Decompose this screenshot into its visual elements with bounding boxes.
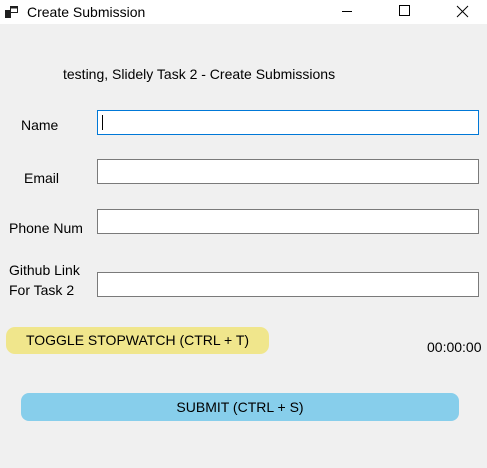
close-button[interactable] bbox=[438, 0, 484, 24]
email-label: Email bbox=[24, 170, 60, 186]
phone-label: Phone Num bbox=[9, 220, 83, 236]
minimize-icon bbox=[342, 11, 352, 12]
minimize-button[interactable] bbox=[324, 0, 370, 24]
toggle-stopwatch-button[interactable]: TOGGLE STOPWATCH (CTRL + T) bbox=[6, 327, 269, 354]
name-label: Name bbox=[21, 117, 59, 133]
close-icon bbox=[456, 5, 469, 18]
name-input[interactable] bbox=[98, 111, 478, 134]
submit-button[interactable]: SUBMIT (CTRL + S) bbox=[21, 393, 459, 421]
page-header: testing, Slidely Task 2 - Create Submiss… bbox=[63, 66, 336, 82]
phone-input[interactable] bbox=[98, 210, 478, 233]
phone-field[interactable] bbox=[97, 209, 479, 234]
github-label-line2: For Task 2 bbox=[9, 282, 75, 298]
window-title: Create Submission bbox=[27, 4, 146, 20]
name-field[interactable] bbox=[97, 110, 479, 135]
maximize-button[interactable] bbox=[381, 0, 427, 24]
text-caret bbox=[102, 115, 103, 130]
create-submission-window: Create Submission testing, Slidely Task … bbox=[0, 0, 487, 468]
github-link-input[interactable] bbox=[98, 273, 478, 296]
title-bar[interactable]: Create Submission bbox=[0, 0, 487, 24]
app-window-icon bbox=[5, 6, 18, 18]
github-label-line1: Github Link bbox=[9, 262, 80, 278]
maximize-icon bbox=[399, 5, 410, 16]
email-field[interactable] bbox=[97, 159, 479, 184]
email-input[interactable] bbox=[98, 160, 478, 183]
stopwatch-time: 00:00:00 bbox=[427, 339, 482, 355]
github-link-field[interactable] bbox=[97, 272, 479, 297]
